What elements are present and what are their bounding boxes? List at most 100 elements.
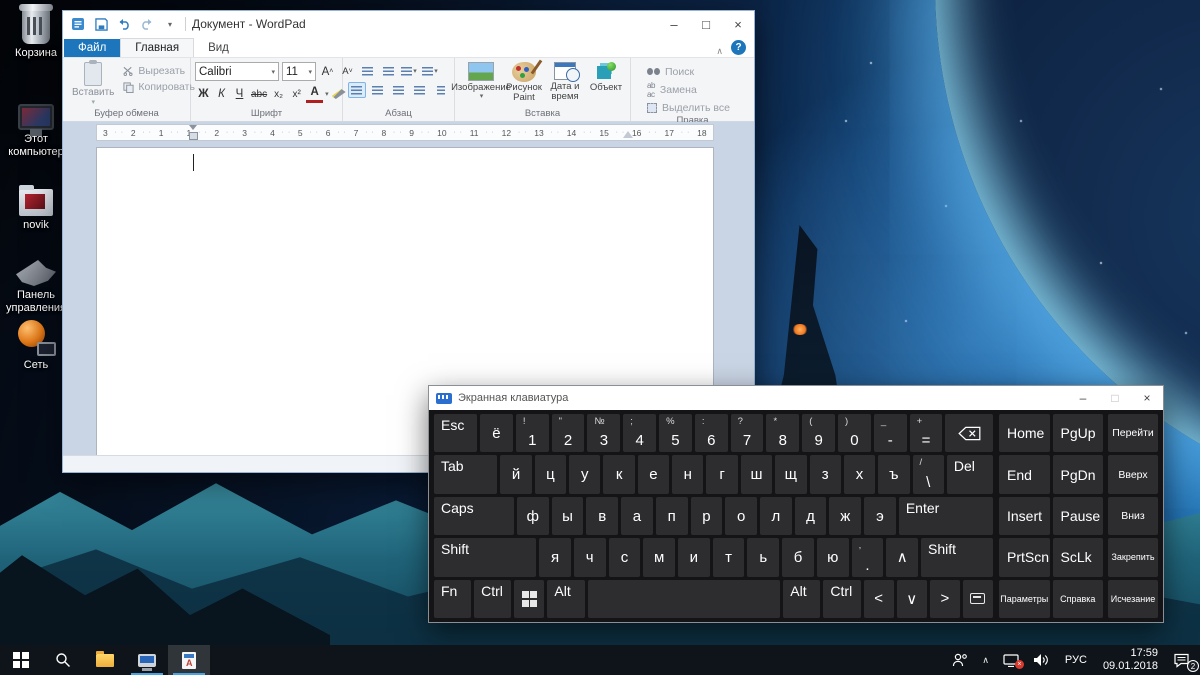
key-pause[interactable]: Pause [1052, 496, 1103, 536]
key-r1-14[interactable]: + = [909, 414, 943, 453]
clock[interactable]: 17:59 09.01.2018 [1095, 647, 1166, 672]
key-r5-7[interactable]: Ctrl [823, 579, 861, 619]
key-r4-6[interactable]: и [678, 538, 710, 577]
bold-button[interactable]: Ж [195, 85, 212, 103]
key-r1-9[interactable]: ? 7 [730, 414, 764, 453]
italic-button[interactable]: К [213, 85, 230, 103]
key-r2-9[interactable]: ш [740, 455, 773, 494]
key-r3-11[interactable]: ж [829, 496, 862, 536]
osk-maximize-button[interactable]: □ [1099, 386, 1131, 410]
osk-minimize-button[interactable]: – [1067, 386, 1099, 410]
key-r5-9[interactable]: ∨ [896, 579, 927, 619]
key-r3-12[interactable]: э [864, 496, 896, 536]
tab-view[interactable]: Вид [194, 39, 243, 57]
key-вверх[interactable]: Вверх [1108, 455, 1158, 494]
key-r5-4[interactable]: Alt [547, 579, 585, 619]
people-tray-icon[interactable] [945, 645, 975, 675]
underline-button[interactable]: Ч [231, 85, 248, 103]
tab-home[interactable]: Главная [120, 38, 195, 57]
osk-titlebar[interactable]: Экранная клавиатура – □ × [429, 386, 1163, 410]
key-r1-3[interactable]: ! 1 [515, 414, 549, 453]
desktop-icon-novik[interactable]: novik [4, 176, 68, 232]
find-button[interactable]: Поиск [647, 64, 694, 79]
key-r1-11[interactable]: (9 [802, 414, 836, 453]
key-r4-3[interactable]: ч [573, 538, 606, 577]
font-family-combo[interactable]: Calibri ▾ [195, 62, 279, 81]
key-r5-11[interactable] [962, 579, 994, 619]
key-r3-5[interactable]: а [621, 496, 653, 536]
key-r2-2[interactable]: й [500, 455, 532, 494]
start-button[interactable] [0, 645, 42, 675]
key-r1-6[interactable]: ; 4 [623, 414, 657, 453]
copy-button[interactable]: Копировать [123, 81, 195, 93]
key-r3-1[interactable]: Caps [434, 496, 514, 536]
key-r4-7[interactable]: т [712, 538, 745, 577]
desktop-icon-control-panel[interactable]: Панель управления [4, 246, 68, 314]
key-r3-3[interactable]: ы [551, 496, 584, 536]
key-вниз[interactable]: Вниз [1108, 496, 1158, 536]
key-r2-14[interactable]: / \ [912, 455, 944, 494]
key-r2-1[interactable]: Tab [434, 455, 498, 494]
key-r5-5[interactable] [587, 579, 781, 619]
key-r5-3[interactable] [514, 579, 545, 619]
list-button[interactable]: ▾ [400, 63, 418, 79]
key-справка[interactable]: Справка [1052, 579, 1103, 619]
key-sclk[interactable]: ScLk [1052, 538, 1103, 577]
line-spacing-button[interactable]: ▾ [421, 63, 439, 79]
paste-button[interactable]: Вставить ▾ [67, 60, 119, 107]
key-r5-6[interactable]: Alt [783, 579, 821, 619]
key-r3-10[interactable]: д [794, 496, 827, 536]
key-r3-9[interactable]: л [759, 496, 792, 536]
language-indicator[interactable]: РУС [1057, 654, 1095, 666]
key-r1-5[interactable]: № 3 [587, 414, 621, 453]
minimize-ribbon-icon[interactable]: ∧ [708, 46, 731, 57]
key-r3-7[interactable]: р [690, 496, 723, 536]
key-r3-6[interactable]: п [655, 496, 688, 536]
volume-tray-icon[interactable] [1026, 645, 1057, 675]
insert-paint-drawing-button[interactable]: Рисунок Paint [504, 61, 544, 104]
key-insert[interactable]: Insert [999, 496, 1050, 536]
save-button[interactable] [92, 15, 110, 33]
key-r2-12[interactable]: х [843, 455, 876, 494]
key-закрепить[interactable]: Закрепить [1108, 538, 1158, 577]
key-r2-13[interactable]: ъ [878, 455, 910, 494]
maximize-button[interactable]: □ [690, 11, 722, 37]
key-r2-11[interactable]: з [809, 455, 841, 494]
tray-expand-icon[interactable]: ∧ [975, 645, 996, 675]
key-r1-15[interactable] [945, 414, 993, 453]
key-r2-7[interactable]: н [672, 455, 704, 494]
key-исчезание[interactable]: Исчезание [1108, 579, 1158, 619]
key-r5-8[interactable]: < [863, 579, 894, 619]
key-r1-4[interactable]: " 2 [551, 414, 585, 453]
help-icon[interactable]: ? [731, 40, 746, 55]
insert-object-button[interactable]: Объект [586, 61, 626, 93]
key-r5-1[interactable]: Fn [434, 579, 472, 619]
wordpad-taskbar-button[interactable] [168, 645, 210, 675]
key-r2-8[interactable]: г [706, 455, 738, 494]
key-r4-8[interactable]: ь [747, 538, 780, 577]
replace-button[interactable]: ab ac Замена [647, 81, 697, 99]
search-button[interactable] [42, 645, 84, 675]
key-r3-8[interactable]: о [725, 496, 757, 536]
font-size-combo[interactable]: 11 ▾ [282, 62, 316, 81]
key-r4-5[interactable]: м [643, 538, 676, 577]
key-r3-4[interactable]: в [586, 496, 619, 536]
key-перейти[interactable]: Перейти [1108, 414, 1158, 453]
select-all-button[interactable]: Выделить все [647, 100, 730, 115]
key-prtscn[interactable]: PrtScn [999, 538, 1050, 577]
key-параметры[interactable]: Параметры [999, 579, 1050, 619]
decrease-indent-button[interactable] [358, 63, 376, 79]
key-r2-15[interactable]: Del [946, 455, 994, 494]
justify-button[interactable] [411, 82, 429, 98]
tab-file[interactable]: Файл [64, 39, 121, 57]
increase-indent-button[interactable] [379, 63, 397, 79]
key-r1-1[interactable]: Esc [434, 414, 478, 453]
insert-image-button[interactable]: Изображение ▾ [451, 61, 511, 101]
osk-close-button[interactable]: × [1131, 386, 1163, 410]
key-r2-5[interactable]: к [603, 455, 635, 494]
key-r1-2[interactable]: ё [480, 414, 513, 453]
key-r4-4[interactable]: с [608, 538, 641, 577]
key-r2-3[interactable]: ц [534, 455, 567, 494]
grow-font-button[interactable]: A ˄ [319, 63, 336, 81]
align-center-button[interactable] [369, 82, 387, 98]
